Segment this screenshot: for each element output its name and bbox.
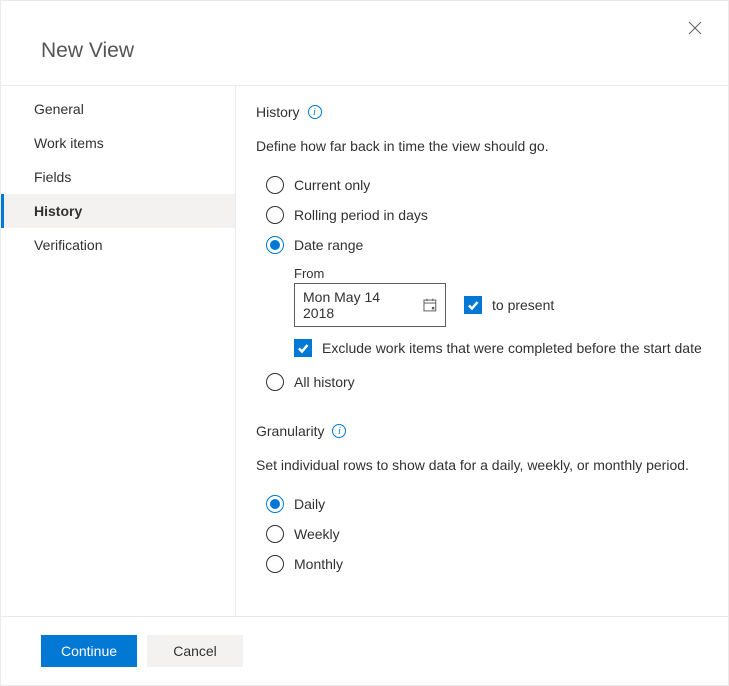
main-panel: History i Define how far back in time th… bbox=[236, 86, 728, 616]
sidebar-item-label: Fields bbox=[34, 169, 71, 185]
radio-icon bbox=[266, 525, 284, 543]
granularity-title-text: Granularity bbox=[256, 423, 324, 439]
to-present-row: to present bbox=[464, 296, 554, 314]
to-present-checkbox[interactable] bbox=[464, 296, 482, 314]
radio-icon bbox=[266, 373, 284, 391]
radio-icon bbox=[266, 206, 284, 224]
radio-icon bbox=[266, 236, 284, 254]
sidebar-item-work-items[interactable]: Work items bbox=[1, 126, 235, 160]
radio-icon bbox=[266, 495, 284, 513]
exclude-checkbox[interactable] bbox=[294, 339, 312, 357]
radio-icon bbox=[266, 555, 284, 573]
calendar-icon bbox=[423, 298, 437, 312]
radio-daily[interactable]: Daily bbox=[256, 489, 704, 519]
radio-rolling-period[interactable]: Rolling period in days bbox=[256, 200, 704, 230]
sidebar-item-history[interactable]: History bbox=[1, 194, 235, 228]
sidebar-item-verification[interactable]: Verification bbox=[1, 228, 235, 262]
radio-date-range[interactable]: Date range bbox=[256, 230, 704, 260]
radio-monthly[interactable]: Monthly bbox=[256, 549, 704, 579]
radio-label: Current only bbox=[294, 177, 370, 193]
sidebar: General Work items Fields History Verifi… bbox=[1, 86, 236, 616]
dialog-title: New View bbox=[41, 39, 728, 63]
sidebar-item-label: Verification bbox=[34, 237, 102, 253]
dialog-header: New View bbox=[1, 1, 728, 86]
sidebar-item-fields[interactable]: Fields bbox=[1, 160, 235, 194]
continue-button[interactable]: Continue bbox=[41, 635, 137, 667]
history-description: Define how far back in time the view sho… bbox=[256, 138, 704, 154]
checkmark-icon bbox=[467, 299, 479, 311]
radio-current-only[interactable]: Current only bbox=[256, 170, 704, 200]
sidebar-item-label: History bbox=[34, 203, 82, 219]
granularity-section-title: Granularity i bbox=[256, 423, 704, 439]
radio-weekly[interactable]: Weekly bbox=[256, 519, 704, 549]
new-view-dialog: New View General Work items Fields Histo… bbox=[0, 0, 729, 686]
date-row: Mon May 14 2018 to prese bbox=[294, 283, 704, 327]
radio-icon bbox=[266, 176, 284, 194]
from-label: From bbox=[294, 266, 704, 281]
radio-all-history[interactable]: All history bbox=[256, 367, 704, 397]
dialog-footer: Continue Cancel bbox=[1, 616, 728, 685]
sidebar-item-label: General bbox=[34, 101, 84, 117]
radio-label: Weekly bbox=[294, 526, 340, 542]
radio-label: Rolling period in days bbox=[294, 207, 428, 223]
sidebar-item-general[interactable]: General bbox=[1, 92, 235, 126]
radio-label: All history bbox=[294, 374, 355, 390]
granularity-description: Set individual rows to show data for a d… bbox=[256, 457, 704, 473]
radio-label: Date range bbox=[294, 237, 363, 253]
exclude-row: Exclude work items that were completed b… bbox=[294, 339, 704, 357]
cancel-button[interactable]: Cancel bbox=[147, 635, 243, 667]
close-icon bbox=[688, 21, 702, 35]
exclude-label: Exclude work items that were completed b… bbox=[322, 340, 702, 356]
history-title-text: History bbox=[256, 104, 300, 120]
info-icon[interactable]: i bbox=[332, 424, 346, 438]
from-date-value: Mon May 14 2018 bbox=[303, 289, 413, 321]
checkmark-icon bbox=[297, 342, 309, 354]
dialog-body: General Work items Fields History Verifi… bbox=[1, 86, 728, 616]
date-range-subgroup: From Mon May 14 2018 bbox=[256, 266, 704, 357]
to-present-label: to present bbox=[492, 297, 554, 313]
info-icon[interactable]: i bbox=[308, 105, 322, 119]
radio-label: Monthly bbox=[294, 556, 343, 572]
from-date-field[interactable]: Mon May 14 2018 bbox=[294, 283, 446, 327]
history-section-title: History i bbox=[256, 104, 704, 120]
close-button[interactable] bbox=[688, 21, 704, 37]
sidebar-item-label: Work items bbox=[34, 135, 104, 151]
radio-label: Daily bbox=[294, 496, 325, 512]
